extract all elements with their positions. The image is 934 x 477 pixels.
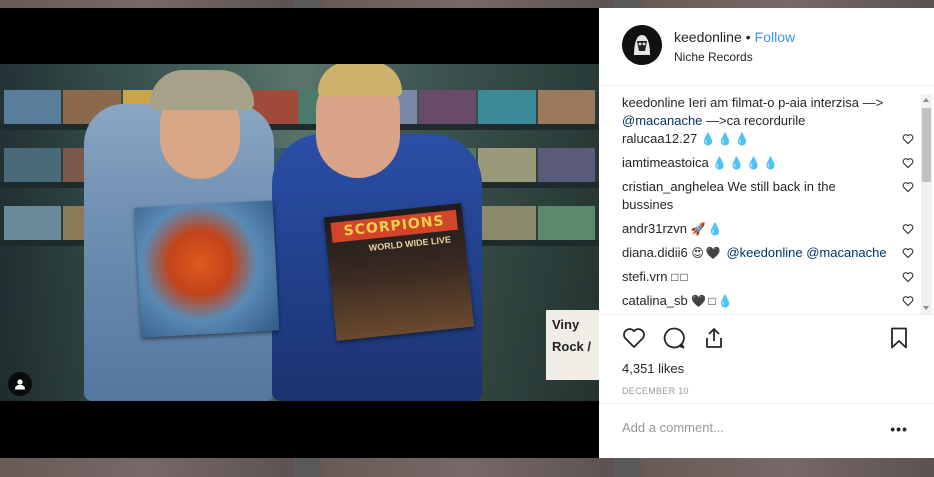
comment-text: □□ xyxy=(671,270,690,284)
share-icon xyxy=(706,328,722,348)
comment-button[interactable] xyxy=(661,325,687,351)
post-actions: 4,351 likes DECEMBER 10 Add a comment...… xyxy=(599,314,934,437)
scrollbar-thumb[interactable] xyxy=(922,108,931,182)
post-author-line: keedonline • Follow xyxy=(674,29,795,45)
user-tags-button[interactable] xyxy=(8,372,32,396)
separator-dot: • xyxy=(745,29,751,45)
person-left-cap xyxy=(150,70,254,110)
comment-text: 🚀💧 xyxy=(690,222,725,236)
profile-avatar-icon xyxy=(622,25,662,65)
post-location[interactable]: Niche Records xyxy=(674,50,753,64)
avatar[interactable] xyxy=(622,25,662,65)
comment-username[interactable]: diana.didii6 xyxy=(622,245,688,260)
comment-bubble-icon xyxy=(663,327,685,349)
post-sidebar: keedonline • Follow Niche Records keedonli… xyxy=(599,8,934,458)
post-media[interactable]: SCORPIONS WORLD WIDE LIVE Viny Rock / xyxy=(0,8,599,458)
post-date[interactable]: DECEMBER 10 xyxy=(622,386,689,396)
comment-item: iamtimeastoica 💧💧💧💧 xyxy=(622,154,914,172)
user-icon xyxy=(15,379,25,390)
action-icons xyxy=(621,325,727,351)
background-thumbnail xyxy=(641,0,934,8)
caption-username[interactable]: keedonline xyxy=(622,95,685,110)
comment-username[interactable]: ralucaa12.27 xyxy=(622,131,697,146)
comment-item: diana.didii6 😍🖤 @keedonline @macanache xyxy=(622,244,914,262)
background-thumbnail xyxy=(0,458,293,477)
like-button[interactable] xyxy=(621,325,647,351)
like-comment-heart-icon[interactable] xyxy=(902,133,914,145)
comment-text: 🖤□💧 xyxy=(691,294,735,308)
like-comment-heart-icon[interactable] xyxy=(902,295,914,307)
author-username[interactable]: keedonline xyxy=(674,29,742,45)
caption-text: Ieri am filmat-o p-aia interzisa —> xyxy=(684,95,884,110)
post-photo[interactable]: SCORPIONS WORLD WIDE LIVE Viny Rock / xyxy=(0,64,599,401)
heart-icon xyxy=(623,328,645,348)
scroll-down-arrow-icon[interactable] xyxy=(923,306,929,310)
comment-text: 💧💧💧💧 xyxy=(712,156,781,170)
comment-item: cristian_anghelea We still back in the b… xyxy=(622,178,914,214)
background-thumbnail xyxy=(320,458,614,477)
share-button[interactable] xyxy=(701,325,727,351)
caption-text-2: —>ca recordurile xyxy=(702,113,806,128)
like-comment-heart-icon[interactable] xyxy=(902,223,914,235)
bookmark-icon xyxy=(891,327,907,349)
likes-count[interactable]: 4,351 likes xyxy=(622,361,684,376)
record-row xyxy=(0,90,599,124)
like-comment-heart-icon[interactable] xyxy=(902,157,914,169)
background-thumbnail xyxy=(0,0,293,8)
follow-button[interactable]: Follow xyxy=(755,29,795,45)
background-thumbnail xyxy=(320,0,614,8)
like-comment-heart-icon[interactable] xyxy=(902,271,914,283)
add-comment-input[interactable]: Add a comment... xyxy=(622,420,724,435)
album-left xyxy=(134,200,280,338)
person-right-hair xyxy=(318,64,402,96)
comment-username[interactable]: cristian_anghelea xyxy=(622,179,724,194)
background-thumbnail xyxy=(641,458,934,477)
comment-mention[interactable]: @macanache xyxy=(806,245,886,260)
store-sign: Viny Rock / xyxy=(546,310,599,380)
comment-item: catalina_sb 🖤□💧 xyxy=(622,292,914,310)
comment-username[interactable]: catalina_sb xyxy=(622,293,688,308)
background-thumbnails-top xyxy=(0,0,934,8)
post-caption: keedonline Ieri am filmat-o p-aia interz… xyxy=(622,94,914,130)
comment-text: 💧💧💧 xyxy=(700,132,752,146)
comment-username[interactable]: stefi.vrn xyxy=(622,269,668,284)
comment-username[interactable]: andr31rzvn xyxy=(622,221,687,236)
background-thumbnails-bottom xyxy=(0,458,934,477)
comment-item: stefi.vrn □□ xyxy=(622,268,914,286)
post-modal: SCORPIONS WORLD WIDE LIVE Viny Rock / ke… xyxy=(0,8,934,458)
add-comment-section: Add a comment... ••• xyxy=(599,403,934,459)
post-header: keedonline • Follow Niche Records xyxy=(599,8,934,86)
like-comment-heart-icon[interactable] xyxy=(902,181,914,193)
comment-username[interactable]: iamtimeastoica xyxy=(622,155,709,170)
caption-mention[interactable]: @macanache xyxy=(622,113,702,128)
album-right: SCORPIONS WORLD WIDE LIVE xyxy=(323,203,475,341)
scroll-up-arrow-icon[interactable] xyxy=(923,98,929,102)
comments-scrollbar[interactable] xyxy=(921,94,932,314)
comments-list[interactable]: keedonline Ieri am filmat-o p-aia interz… xyxy=(622,94,914,314)
comment-mention[interactable]: @keedonline xyxy=(726,245,802,260)
comment-item: ralucaa12.27 💧💧💧 xyxy=(622,130,914,148)
comment-item: andr31rzvn 🚀💧 xyxy=(622,220,914,238)
like-comment-heart-icon[interactable] xyxy=(902,247,914,259)
save-button[interactable] xyxy=(886,325,912,351)
more-options-button[interactable]: ••• xyxy=(890,421,908,437)
comment-text: 😍🖤 xyxy=(691,246,723,260)
